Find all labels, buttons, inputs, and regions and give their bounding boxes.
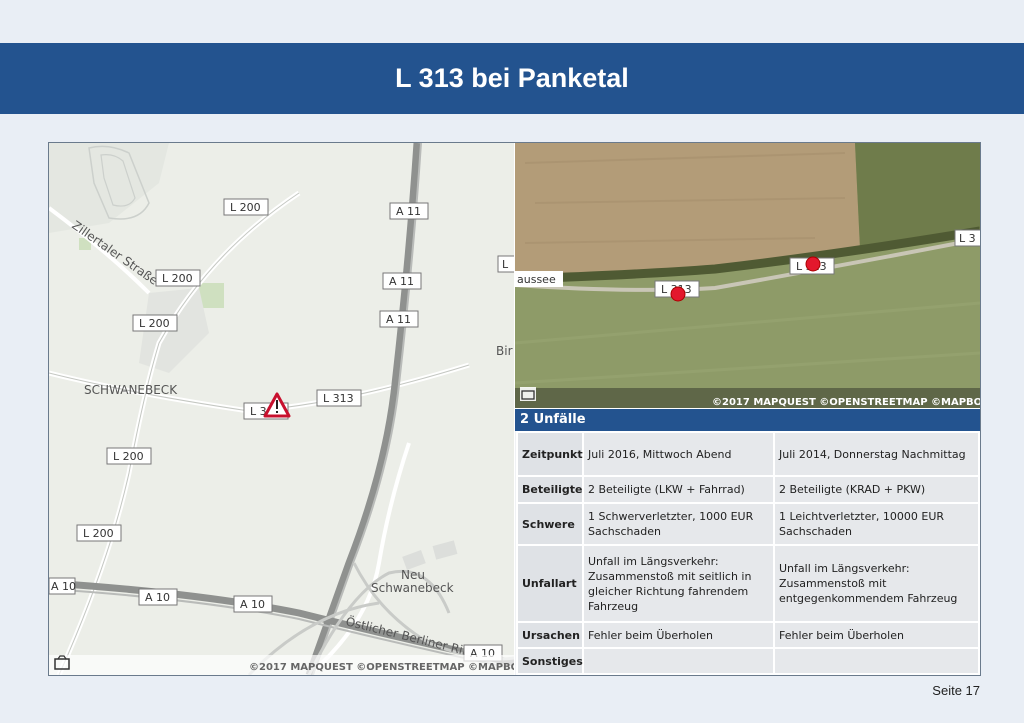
accident-info-panel: 2 Unfälle Zeitpunkt Juli 2016, Mittwoch …	[515, 409, 980, 675]
table-row: Zeitpunkt Juli 2016, Mittwoch Abend Juli…	[516, 431, 980, 477]
satellite-map[interactable]: aussee L 313 L 313 L 3 ©2017 MAPQUEST ©O…	[515, 143, 980, 408]
road-shield-l200-4: L 200	[106, 447, 152, 465]
road-shield-l313-2: L 313	[316, 389, 362, 407]
table-cell	[582, 647, 775, 675]
table-row: Unfallart Unfall im Längsverkehr: Zusamm…	[516, 544, 980, 623]
svg-text:L 200: L 200	[162, 272, 193, 285]
road-shield-a10-1: A 10	[49, 577, 76, 595]
svg-text:L 200: L 200	[230, 201, 261, 214]
table-cell: Unfall im Längsverkehr: Zusammenstoß mit…	[582, 544, 775, 623]
street-map-svg: Zillertaler Straße SCHWANEBECK Neu Schwa…	[49, 143, 514, 675]
svg-text:A 11: A 11	[396, 205, 421, 218]
table-row: Sonstiges	[516, 647, 980, 675]
svg-text:A 10: A 10	[145, 591, 170, 604]
svg-text:A 11: A 11	[389, 275, 414, 288]
svg-text:aussee: aussee	[517, 273, 556, 286]
accident-count-header: 2 Unfälle	[515, 409, 980, 431]
svg-text:L 200: L 200	[83, 527, 114, 540]
svg-text:A 11: A 11	[386, 313, 411, 326]
place-label-schwanebeck: SCHWANEBECK	[84, 383, 178, 397]
place-label-bir: Bir	[496, 344, 513, 358]
svg-text:A 10: A 10	[51, 580, 76, 593]
svg-text:L 200: L 200	[113, 450, 144, 463]
accident-marker-1[interactable]	[670, 286, 686, 302]
table-row: Beteiligte 2 Beteiligte (LKW + Fahrrad) …	[516, 475, 980, 504]
satellite-map-svg: aussee L 313 L 313 L 3 ©2017 MAPQUEST ©O…	[515, 143, 980, 408]
table-cell: 1 Schwerverletzter, 1000 EUR Sachschaden	[582, 502, 775, 546]
row-label: Schwere	[516, 502, 584, 546]
table-cell: Juli 2014, Donnerstag Nachmittag	[773, 431, 980, 477]
place-label-neu: Neu	[401, 568, 425, 582]
road-shield-l200-1: L 200	[223, 198, 269, 216]
row-label: Zeitpunkt	[516, 431, 584, 477]
page-title: L 313 bei Panketal	[395, 63, 629, 93]
road-shield-l3-edge: L 3	[954, 229, 980, 247]
road-label-chaussee: aussee	[515, 271, 563, 287]
map-layers-icon[interactable]	[520, 387, 536, 401]
row-label: Beteiligte	[516, 475, 584, 504]
svg-text:L: L	[502, 258, 509, 271]
table-cell: 2 Beteiligte (KRAD + PKW)	[773, 475, 980, 504]
table-cell: Fehler beim Überholen	[582, 621, 775, 649]
road-shield-l200-3: L 200	[132, 314, 178, 332]
accident-marker-2[interactable]	[805, 256, 821, 272]
table-cell: Juli 2016, Mittwoch Abend	[582, 431, 775, 477]
street-map[interactable]: Zillertaler Straße SCHWANEBECK Neu Schwa…	[49, 143, 514, 675]
accident-table: Zeitpunkt Juli 2016, Mittwoch Abend Juli…	[516, 431, 980, 675]
road-shield-a10-3: A 10	[233, 595, 273, 613]
road-shield-a11-2: A 11	[382, 272, 422, 290]
row-label: Sonstiges	[516, 647, 584, 675]
road-shield-l200-5: L 200	[76, 524, 122, 542]
page-number: Seite 17	[932, 683, 980, 698]
road-shield-a10-2: A 10	[138, 588, 178, 606]
table-row: Schwere 1 Schwerverletzter, 1000 EUR Sac…	[516, 502, 980, 546]
place-label-neu-schwanebeck: Schwanebeck	[371, 581, 454, 595]
road-shield-a11-1: A 11	[389, 202, 429, 220]
title-bar: L 313 bei Panketal	[0, 43, 1024, 114]
content-frame: Zillertaler Straße SCHWANEBECK Neu Schwa…	[48, 142, 981, 676]
svg-text:L 3: L 3	[959, 232, 976, 245]
row-label: Unfallart	[516, 544, 584, 623]
map-attribution-left[interactable]: ©2017 MAPQUEST ©OPENSTREETMAP ©MAPBOX	[249, 662, 514, 673]
table-cell: Fehler beim Überholen	[773, 621, 980, 649]
table-row: Ursachen Fehler beim Überholen Fehler be…	[516, 621, 980, 649]
table-cell	[773, 647, 980, 675]
road-shield-l-edge: L	[497, 255, 514, 273]
table-cell: 2 Beteiligte (LKW + Fahrrad)	[582, 475, 775, 504]
table-cell: Unfall im Längsverkehr: Zusammenstoß mit…	[773, 544, 980, 623]
svg-text:L 200: L 200	[139, 317, 170, 330]
svg-text:L 313: L 313	[323, 392, 354, 405]
road-shield-l200-2: L 200	[155, 269, 201, 287]
road-shield-a11-3: A 11	[379, 310, 419, 328]
row-label: Ursachen	[516, 621, 584, 649]
table-cell: 1 Leichtverletzter, 10000 EUR Sachschade…	[773, 502, 980, 546]
svg-text:A 10: A 10	[240, 598, 265, 611]
map-attribution-right[interactable]: ©2017 MAPQUEST ©OPENSTREETMAP ©MAPBOX	[712, 397, 980, 408]
